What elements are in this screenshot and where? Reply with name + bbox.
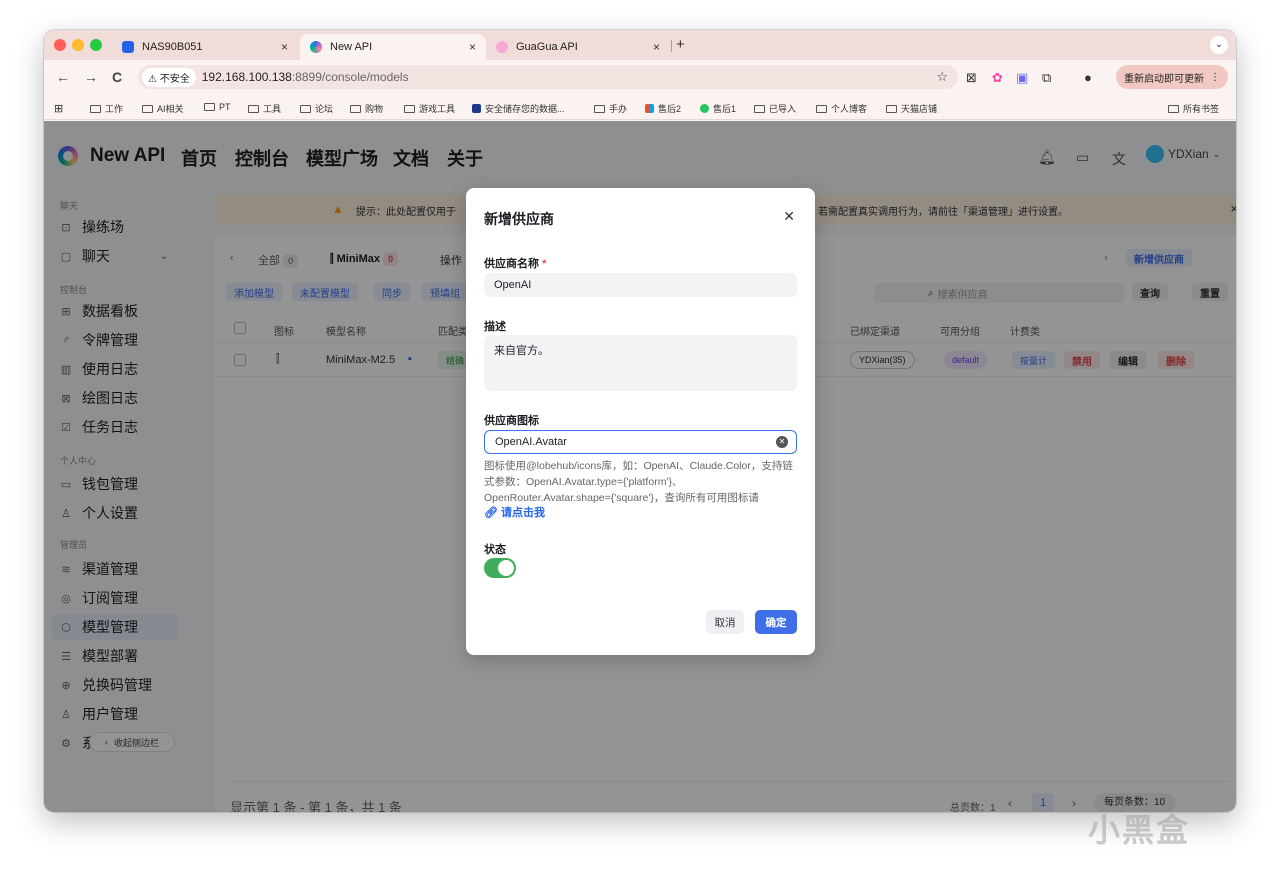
kebab-menu-icon: ⋮ [1210, 71, 1220, 83]
close-tab-icon[interactable]: × [469, 40, 476, 54]
bookmark-link[interactable]: 售后2 [645, 102, 681, 115]
close-tab-icon[interactable]: × [653, 40, 660, 54]
bookmark-link[interactable]: 安全储存您的数据... [472, 102, 565, 115]
bookmark-folder[interactable]: 手办 [594, 102, 627, 115]
minimize-window-button[interactable] [72, 39, 84, 51]
close-icon[interactable]: ✕ [783, 208, 795, 225]
insecure-badge[interactable]: ⚠ 不安全 [142, 67, 196, 87]
forward-button[interactable]: → [84, 69, 98, 85]
bookmark-folder[interactable]: 工具 [248, 102, 281, 115]
reload-button[interactable]: C [112, 69, 122, 85]
extensions-puzzle-icon[interactable]: ⧉ [1042, 70, 1051, 86]
bookmark-star-icon[interactable]: ☆ [936, 69, 948, 85]
all-bookmarks-folder[interactable]: 所有书签 [1168, 102, 1219, 115]
vendor-icon-label: 供应商图标 [484, 415, 539, 427]
bookmark-folder[interactable]: 已导入 [754, 102, 796, 115]
tab-title: New API [330, 41, 373, 53]
description-label: 描述 [484, 321, 506, 333]
address-bar[interactable]: ⚠ 不安全 192.168.100.138 :8899/console/mode… [138, 65, 958, 89]
watermark: 小黑盒 [1088, 812, 1191, 848]
browser-toolbar: ← → C ⚠ 不安全 192.168.100.138 :8899/consol… [44, 60, 1236, 96]
add-vendor-modal: 新增供应商 ✕ 供应商名称 * OpenAI 描述 来自官方。 供应商图标 Op… [466, 188, 815, 655]
link-icon: 🔗︎ [484, 507, 498, 519]
vendor-icon-input[interactable]: OpenAI.Avatar ✕ [484, 430, 797, 454]
extension-icon[interactable]: ✿ [992, 70, 1003, 86]
bookmark-folder[interactable]: AI相关 [142, 102, 184, 115]
close-window-button[interactable] [54, 39, 66, 51]
url-path: :8899/console/models [291, 70, 409, 84]
tab-search-button[interactable]: ⌄ [1210, 36, 1228, 54]
back-button[interactable]: ← [56, 69, 70, 85]
modal-title: 新增供应商 [484, 211, 554, 227]
tab-nas[interactable]: NAS90B051 × [112, 34, 298, 60]
profile-avatar-icon[interactable]: ● [1084, 70, 1092, 85]
update-button[interactable]: 重新启动即可更新 ⋮ [1116, 65, 1228, 89]
new-tab-button[interactable]: + [676, 36, 685, 53]
url-host: 192.168.100.138 [201, 70, 292, 84]
tab-guagua-api[interactable]: GuaGua API × [486, 34, 670, 60]
bookmarks-bar: ⊞ 工作 AI相关 PT 工具 论坛 购物 游戏工具 安全储存您的数据... 手… [44, 96, 1236, 120]
apps-grid-icon[interactable]: ⊞ [54, 102, 63, 115]
icon-help-link[interactable]: 🔗︎ 请点击我 [484, 504, 545, 520]
status-toggle[interactable] [484, 558, 516, 578]
maximize-window-button[interactable] [90, 39, 102, 51]
tab-separator [671, 40, 672, 52]
nas-icon [122, 41, 134, 53]
required-mark: * [542, 258, 547, 270]
clear-input-icon[interactable]: ✕ [776, 436, 788, 448]
bookmark-folder[interactable]: 论坛 [300, 102, 333, 115]
bookmark-link[interactable]: 售后1 [700, 102, 736, 115]
confirm-button[interactable]: 确定 [755, 610, 797, 634]
bookmark-folder[interactable]: 个人博客 [816, 102, 867, 115]
status-label: 状态 [484, 544, 506, 556]
cancel-button[interactable]: 取消 [706, 610, 744, 634]
vendor-name-input[interactable]: OpenAI [484, 273, 797, 297]
bookmark-folder[interactable]: 游戏工具 [404, 102, 455, 115]
bookmark-folder[interactable]: 工作 [90, 102, 123, 115]
toggle-knob [498, 560, 514, 576]
bookmark-folder[interactable]: 天猫店铺 [886, 102, 937, 115]
bookmark-folder[interactable]: PT [204, 102, 231, 112]
tab-title: NAS90B051 [142, 41, 203, 53]
tab-strip: NAS90B051 × New API × GuaGua API × + ⌄ [44, 30, 1236, 60]
icon-help-text: 图标使用@lobehub/icons库，如：OpenAI、Claude.Colo… [484, 460, 793, 504]
tab-new-api[interactable]: New API × [300, 34, 486, 60]
guagua-favicon [496, 41, 508, 53]
new-api-favicon [310, 41, 322, 53]
extension-icon[interactable]: ▣ [1016, 70, 1028, 86]
extension-icon[interactable]: ⊠ [966, 70, 977, 86]
vendor-name-label: 供应商名称 * [484, 258, 547, 270]
tab-title: GuaGua API [516, 41, 578, 53]
close-tab-icon[interactable]: × [281, 40, 288, 54]
bookmark-folder[interactable]: 购物 [350, 102, 383, 115]
description-textarea[interactable]: 来自官方。 [484, 335, 797, 391]
